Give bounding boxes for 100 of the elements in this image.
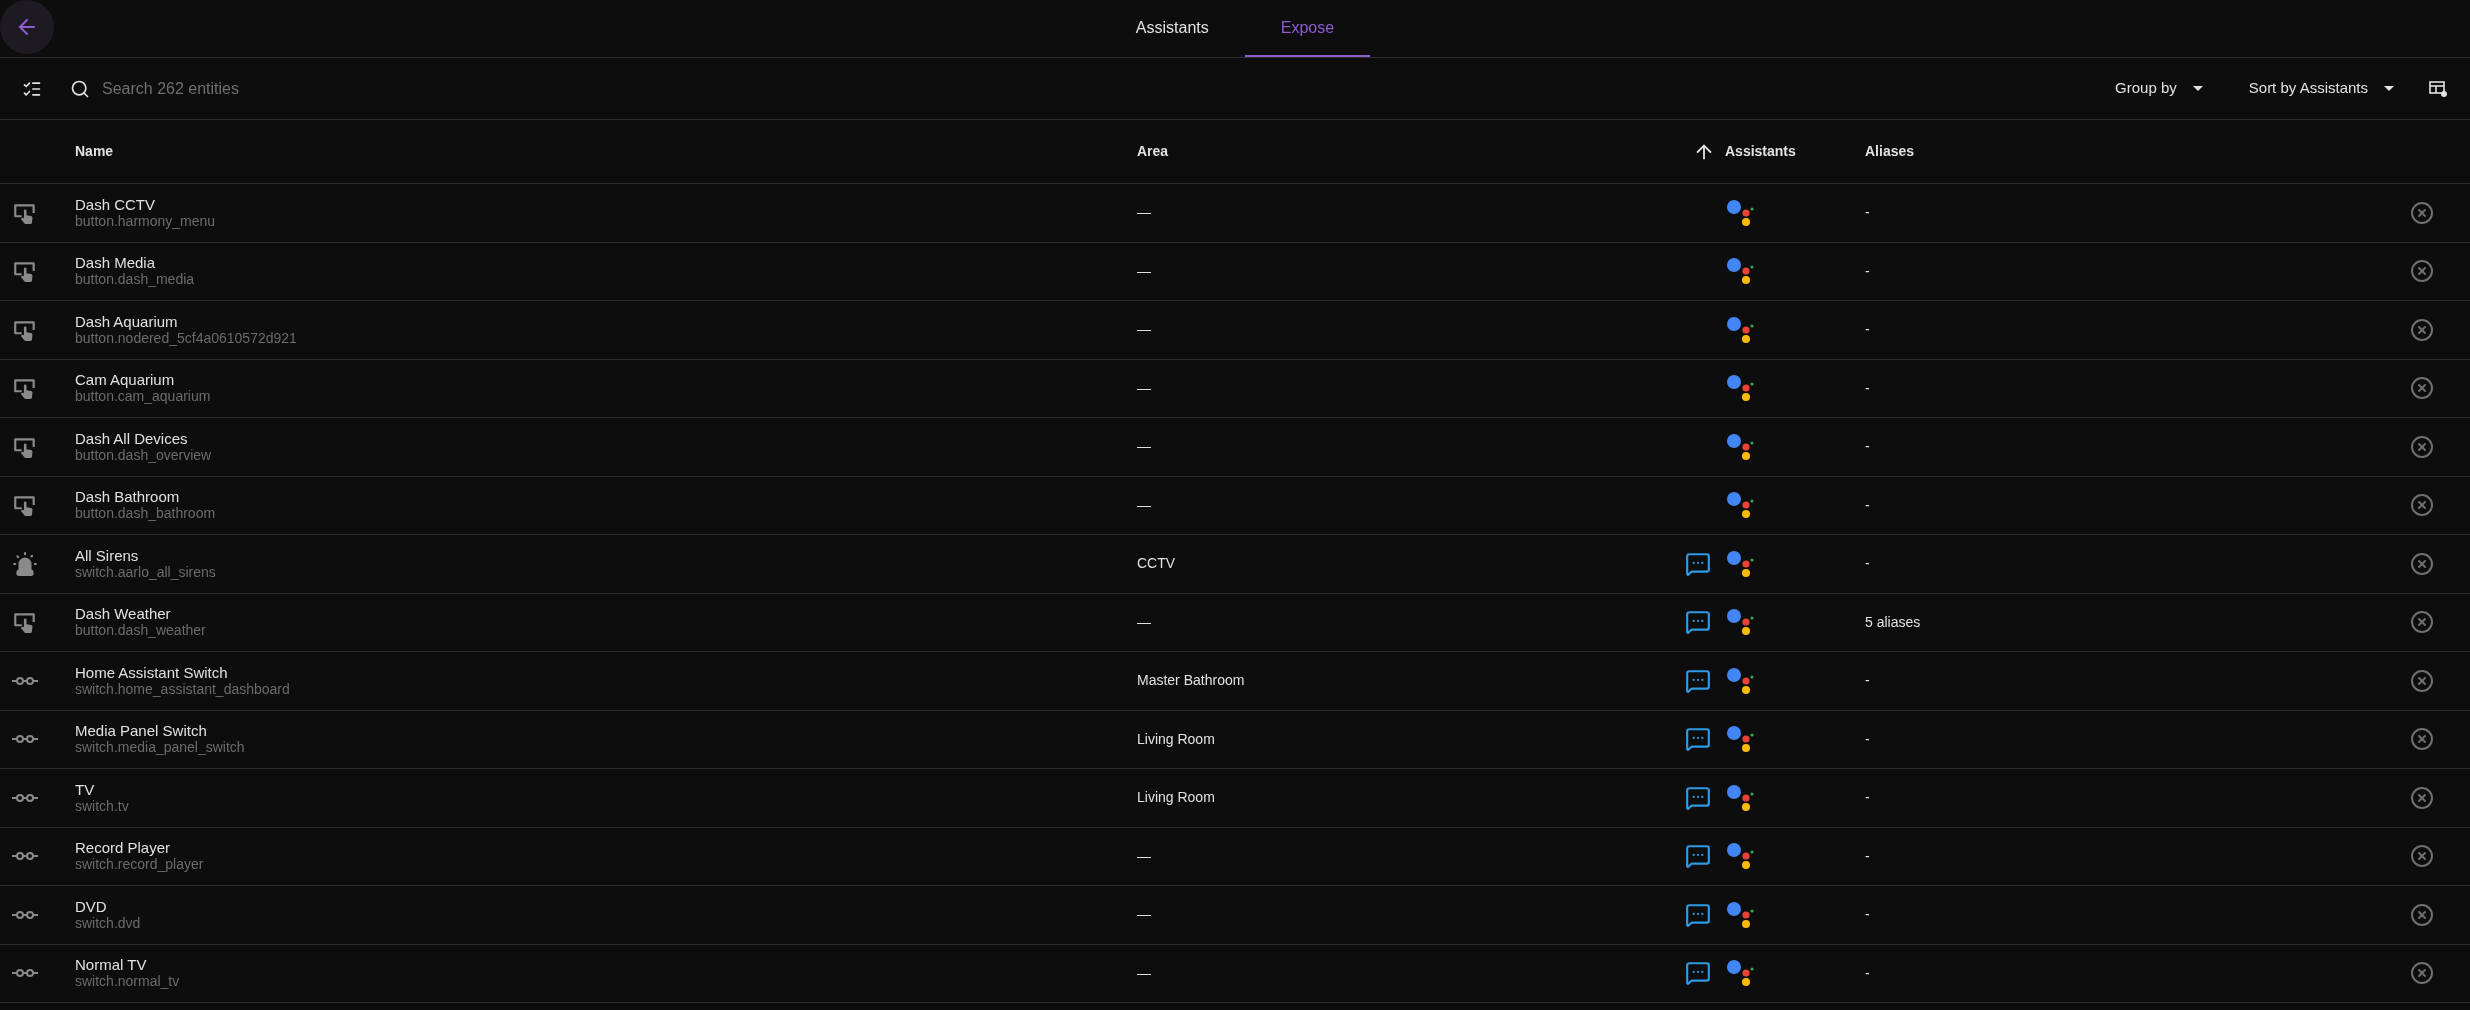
entity-id: switch.media_panel_switch bbox=[75, 739, 246, 757]
unexpose-button[interactable] bbox=[2410, 668, 2434, 693]
aliases-text: - bbox=[1865, 789, 1870, 806]
unexpose-button[interactable] bbox=[2410, 902, 2434, 927]
close-circle-icon bbox=[2410, 376, 2434, 401]
table-row[interactable]: Record Player switch.record_player — - bbox=[0, 827, 2470, 886]
google-assistant-icon bbox=[1725, 197, 1755, 228]
tab[interactable]: Assistants bbox=[1099, 0, 1245, 57]
switch-icon bbox=[11, 792, 38, 803]
table-row[interactable]: Media Panel Switch switch.media_panel_switch Living Room - bbox=[0, 710, 2470, 769]
entity-name: Home Assistant Switch bbox=[75, 663, 229, 681]
table-row[interactable]: Home Assistant Switch switch.home_assistant_dashboard Master Bathroom - bbox=[0, 652, 2470, 711]
close-circle-icon bbox=[2410, 902, 2434, 927]
close-circle-icon bbox=[2410, 785, 2434, 810]
aliases-text: - bbox=[1865, 730, 1870, 747]
entity-id: switch.tv bbox=[75, 797, 130, 815]
area-text: Living Room bbox=[1137, 789, 1215, 806]
unexpose-button[interactable] bbox=[2410, 317, 2434, 342]
aliases-text: - bbox=[1865, 438, 1870, 455]
entity-name: Dash Bathroom bbox=[75, 488, 181, 506]
google-assistant-icon bbox=[1725, 431, 1755, 462]
unexpose-button[interactable] bbox=[2410, 434, 2434, 459]
caret-icon bbox=[2384, 85, 2394, 92]
area-text: — bbox=[1137, 613, 1151, 630]
table-row[interactable]: Dash Media button.dash_media — - bbox=[0, 242, 2470, 301]
close-circle-icon bbox=[2410, 317, 2434, 342]
google-assistant-icon bbox=[1725, 724, 1755, 755]
sort-button[interactable]: Sort by Assistants bbox=[2240, 68, 2402, 109]
unexpose-button[interactable] bbox=[2410, 493, 2434, 518]
table-row[interactable]: DVD switch.dvd — - bbox=[0, 886, 2470, 945]
area-text: — bbox=[1137, 964, 1151, 981]
google-assistant-icon bbox=[1725, 958, 1755, 989]
entity-id: switch.record_player bbox=[75, 856, 205, 874]
column-header[interactable]: Aliases bbox=[1865, 141, 1915, 162]
entity-name: Normal TV bbox=[75, 956, 148, 974]
google-assistant-icon bbox=[1725, 373, 1755, 404]
entity-id: button.dash_bathroom bbox=[75, 505, 217, 523]
column-header[interactable]: Assistants bbox=[1693, 140, 1796, 163]
table-row[interactable]: Dash Aquarium button.nodered_5cf4a0610572d921 — - bbox=[0, 301, 2470, 360]
area-text: CCTV bbox=[1137, 555, 1176, 572]
google-assistant-icon bbox=[1725, 665, 1755, 696]
table-row[interactable]: All Sirens switch.aarlo_all_sirens CCTV - bbox=[0, 535, 2470, 594]
unexpose-button[interactable] bbox=[2410, 844, 2434, 869]
area-text: — bbox=[1137, 321, 1151, 338]
entity-name: Cam Aquarium bbox=[75, 371, 176, 389]
table-row[interactable]: Dash All Devices button.dash_overview — - bbox=[0, 418, 2470, 477]
aliases-text: - bbox=[1865, 321, 1870, 338]
close-circle-icon bbox=[2410, 844, 2434, 869]
caret-icon bbox=[2192, 85, 2203, 92]
entity-name: Dash All Devices bbox=[75, 429, 189, 447]
table-row[interactable]: Dash Bathroom button.dash_bathroom — - bbox=[0, 476, 2470, 535]
column-header[interactable]: Area bbox=[1137, 141, 1169, 162]
group-by-button[interactable]: Group by bbox=[2107, 68, 2211, 109]
unexpose-button[interactable] bbox=[2410, 727, 2434, 752]
entity-id: switch.aarlo_all_sirens bbox=[75, 563, 217, 581]
aliases-text: - bbox=[1865, 964, 1870, 981]
area-text: — bbox=[1137, 262, 1151, 279]
aliases-text: - bbox=[1865, 262, 1870, 279]
table-row[interactable]: Dash Weather button.dash_weather — 5 aliases bbox=[0, 593, 2470, 652]
table-settings-icon bbox=[2429, 80, 2447, 97]
switch-icon bbox=[11, 851, 38, 862]
entity-name: Dash CCTV bbox=[75, 195, 157, 213]
siren-icon bbox=[11, 550, 38, 577]
google-assistant-icon bbox=[1725, 548, 1755, 579]
entity-id: button.dash_media bbox=[75, 271, 196, 289]
area-text: — bbox=[1137, 204, 1151, 221]
aliases-text: 5 aliases bbox=[1865, 613, 1921, 630]
tab[interactable]: Expose bbox=[1244, 0, 1371, 57]
entity-id: button.harmony_menu bbox=[75, 212, 217, 230]
unexpose-button[interactable] bbox=[2410, 259, 2434, 284]
google-assistant-icon bbox=[1725, 314, 1755, 345]
switch-icon bbox=[11, 675, 38, 686]
entity-id: button.dash_overview bbox=[75, 446, 213, 464]
column-header[interactable]: Name bbox=[75, 141, 114, 162]
unexpose-button[interactable] bbox=[2410, 610, 2434, 635]
table-row[interactable]: Normal TV switch.normal_tv — - bbox=[0, 944, 2470, 1003]
area-text: — bbox=[1137, 906, 1151, 923]
entity-name: Media Panel Switch bbox=[75, 722, 208, 740]
aliases-text: - bbox=[1865, 204, 1870, 221]
unexpose-button[interactable] bbox=[2410, 785, 2434, 810]
entity-name: Dash Weather bbox=[75, 605, 172, 623]
unexpose-button[interactable] bbox=[2410, 376, 2434, 401]
close-circle-icon bbox=[2410, 493, 2434, 518]
switch-icon bbox=[11, 968, 38, 979]
close-circle-icon bbox=[2410, 961, 2434, 986]
unexpose-button[interactable] bbox=[2410, 200, 2434, 225]
close-circle-icon bbox=[2410, 200, 2434, 225]
entity-name: Dash Aquarium bbox=[75, 312, 179, 330]
table-row[interactable]: Dash CCTV button.harmony_menu — - bbox=[0, 184, 2470, 243]
unexpose-button[interactable] bbox=[2410, 551, 2434, 576]
entity-name: All Sirens bbox=[75, 546, 140, 564]
search-field[interactable]: Search 262 entities bbox=[102, 76, 770, 101]
back-button[interactable] bbox=[0, 0, 54, 54]
table-row[interactable]: Cam Aquarium button.cam_aquarium — - bbox=[0, 359, 2470, 418]
aliases-text: - bbox=[1865, 847, 1870, 864]
unexpose-button[interactable] bbox=[2410, 961, 2434, 986]
table-row[interactable]: TV switch.tv Living Room - bbox=[0, 769, 2470, 828]
entity-name: DVD bbox=[75, 897, 108, 915]
close-circle-icon bbox=[2410, 727, 2434, 752]
aliases-text: - bbox=[1865, 379, 1870, 396]
